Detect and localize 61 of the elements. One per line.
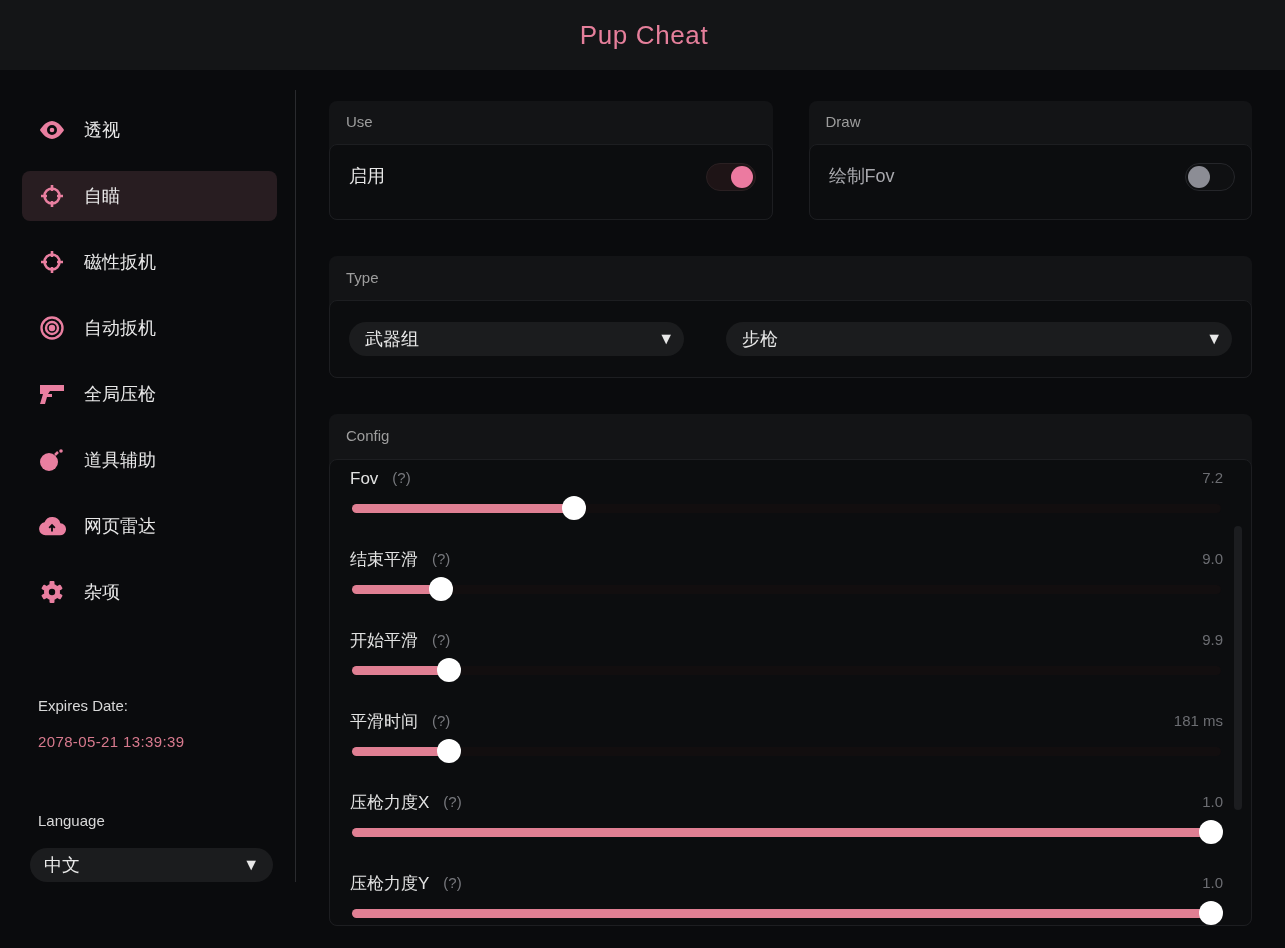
section-title: Draw	[824, 112, 862, 132]
sidebar-item[interactable]: 透视	[22, 105, 277, 155]
sidebar-item[interactable]: 自瞄	[22, 171, 277, 221]
slider-thumb[interactable]	[436, 657, 461, 682]
eye-icon	[38, 120, 66, 140]
expires-date: 2078-05-21 13:39:39	[37, 732, 186, 752]
slider-value: 1.0	[1202, 873, 1223, 894]
slider[interactable]	[350, 576, 1223, 601]
slider-thumb[interactable]	[1199, 900, 1223, 925]
help-hint[interactable]: (?)	[432, 548, 451, 571]
cloud-upload-icon	[38, 515, 66, 537]
target-icon	[40, 316, 64, 340]
section-title: Type	[345, 267, 380, 288]
help-hint[interactable]: (?)	[432, 629, 451, 652]
slider[interactable]	[350, 495, 1223, 520]
slider-label: Fov	[350, 467, 379, 490]
slider-label: 结束平滑	[350, 548, 418, 571]
gear-icon	[40, 580, 64, 604]
sidebar-item[interactable]: 磁性扳机	[22, 237, 277, 287]
help-hint[interactable]: (?)	[432, 710, 451, 733]
crosshair-icon	[40, 250, 64, 274]
help-hint[interactable]: (?)	[443, 872, 462, 895]
slider-label: 压枪力度Y	[350, 872, 430, 895]
language-label: Language	[37, 810, 106, 831]
language-dropdown[interactable]: 中文 ▼	[30, 848, 273, 882]
slider-value: 1.0	[1202, 792, 1223, 813]
sidebar-item[interactable]: 网页雷达	[22, 501, 277, 551]
toggle-switch[interactable]	[1185, 162, 1235, 191]
slider[interactable]	[350, 738, 1223, 763]
sidebar-item[interactable]: 全局压枪	[22, 369, 277, 419]
slider-value: 9.9	[1202, 630, 1223, 651]
slider-value: 181 ms	[1173, 711, 1223, 732]
slider-thumb[interactable]	[428, 576, 453, 601]
crosshair-icon	[40, 184, 64, 208]
expires-label: Expires Date:	[37, 695, 130, 716]
dropdown[interactable]: 步枪 ▼	[726, 322, 1232, 356]
slider-thumb[interactable]	[562, 495, 587, 520]
dropdown[interactable]: 武器组 ▼	[349, 322, 684, 356]
section-title: Use	[345, 112, 374, 132]
slider-label: 平滑时间	[350, 710, 418, 733]
section-title: Config	[345, 426, 391, 446]
help-hint[interactable]: (?)	[392, 467, 411, 490]
slider-label: 开始平滑	[350, 629, 418, 652]
sidebar-item[interactable]: 自动扳机	[22, 303, 277, 353]
pistol-icon	[39, 383, 65, 405]
toggle-label: 绘制Fov	[828, 164, 895, 188]
slider-value: 9.0	[1202, 549, 1223, 570]
sidebar-item[interactable]: 道具辅助	[22, 435, 277, 485]
help-hint[interactable]: (?)	[443, 791, 462, 814]
slider-thumb[interactable]	[436, 738, 461, 763]
toggle-switch[interactable]	[705, 162, 756, 191]
slider-thumb[interactable]	[1199, 819, 1223, 844]
toggle-label: 启用	[349, 164, 385, 188]
window-title: Pup Cheat	[578, 18, 709, 52]
slider-label: 压枪力度X	[350, 791, 430, 814]
bomb-icon	[39, 448, 65, 472]
slider[interactable]	[350, 657, 1223, 682]
slider-value: 7.2	[1202, 468, 1223, 489]
slider[interactable]	[350, 900, 1223, 925]
sidebar-item[interactable]: 杂项	[22, 567, 277, 617]
slider[interactable]	[350, 819, 1223, 844]
